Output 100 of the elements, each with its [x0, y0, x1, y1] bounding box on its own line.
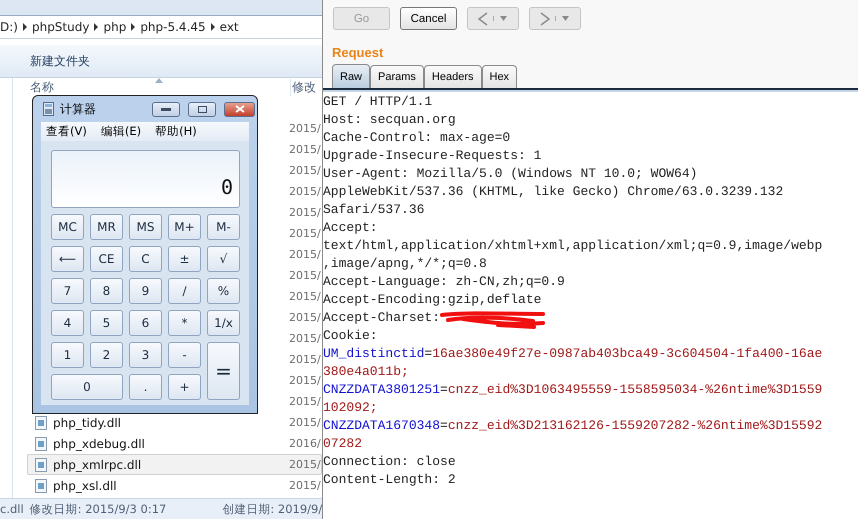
calculator-display: 0: [51, 150, 240, 208]
request-line: 07282: [323, 435, 364, 453]
calculator-key[interactable]: -: [168, 342, 201, 368]
calculator-key[interactable]: 6: [129, 310, 162, 336]
calculator-key[interactable]: MS: [129, 214, 162, 240]
request-line: text/html,application/xhtml+xml,application/xml;q=0.9,image/webp: [323, 237, 824, 255]
calculator-key[interactable]: =: [207, 342, 240, 400]
request-line: GET / HTTP/1.1: [323, 93, 434, 111]
request-line: Cache-Control: max-age=0: [323, 129, 512, 147]
maximize-icon: [198, 106, 206, 112]
calculator-key[interactable]: ⟵: [51, 246, 84, 272]
request-line: Accept:: [323, 219, 379, 237]
date-cell: 2015/: [289, 395, 321, 408]
chevron-icon: [130, 23, 136, 31]
file-icon: [35, 458, 47, 472]
address-bar[interactable]: D:) phpStudy php php-5.4.45 ext: [0, 15, 322, 39]
tab[interactable]: Hex: [482, 65, 518, 88]
request-line: Connection: close: [323, 453, 457, 471]
file-name[interactable]: php_xdebug.dll: [53, 436, 145, 450]
chevron-left-icon: [477, 12, 489, 26]
new-folder-button[interactable]: 新建文件夹: [30, 52, 90, 70]
minimize-button[interactable]: [152, 102, 180, 116]
column-header[interactable]: 修改: [290, 78, 316, 96]
chevron-icon: [210, 23, 216, 31]
calculator-key[interactable]: *: [168, 310, 201, 336]
calculator-key[interactable]: 9: [129, 278, 162, 304]
date-cell: 2015/: [289, 185, 321, 198]
menu-item[interactable]: 编辑(E): [100, 124, 142, 139]
request-line: Upgrade-Insecure-Requests: 1: [323, 147, 542, 165]
file-name[interactable]: php_tidy.dll: [53, 416, 121, 430]
request-line: User-Agent: Mozilla/5.0 (Windows NT 10.0; WOW64): [323, 165, 698, 183]
close-button[interactable]: [224, 102, 255, 116]
calculator-key[interactable]: .: [129, 374, 162, 400]
request-line: Host: secquan.org: [323, 111, 457, 129]
calculator-key[interactable]: 3: [129, 342, 162, 368]
calculator-key[interactable]: MC: [51, 214, 84, 240]
calculator-key[interactable]: 1/x: [207, 310, 240, 336]
date-cell: 2015/: [289, 332, 321, 345]
calculator-key[interactable]: 0: [51, 374, 123, 400]
breadcrumb[interactable]: php: [103, 20, 126, 34]
calculator-key[interactable]: 4: [51, 310, 84, 336]
chevron-right-icon: [539, 12, 551, 26]
tab[interactable]: Params: [370, 65, 424, 88]
file-name[interactable]: php_xsl.dll: [53, 478, 117, 492]
date-cell: 2015/: [289, 458, 321, 471]
close-icon: [234, 105, 244, 113]
tab[interactable]: Raw: [332, 64, 370, 88]
breadcrumb[interactable]: phpStudy: [32, 20, 90, 34]
file-row[interactable]: php_xmlrpc.dll 2015/: [27, 454, 322, 475]
cancel-button[interactable]: Cancel: [400, 7, 457, 30]
tab[interactable]: Headers: [424, 65, 482, 88]
menu-item[interactable]: 查看(V): [46, 124, 87, 139]
file-icon: [35, 416, 47, 430]
request-line: Accept-Encoding:gzip,deflate: [323, 291, 542, 309]
calculator-key[interactable]: C: [129, 246, 162, 272]
calculator-key[interactable]: 7: [51, 278, 84, 304]
request-line: Accept-Charset:: [323, 309, 858, 327]
calculator-key[interactable]: ±: [168, 246, 201, 272]
request-line: AppleWebKit/537.36 (KHTML, like Gecko) Chrome/63.0.3239.132: [323, 183, 784, 201]
request-line: CNZZDATA1670348=cnzz_eid%3D213162126-1559207282-%26ntime%3D15592: [323, 417, 824, 435]
menu-item[interactable]: 帮助(H): [155, 124, 197, 139]
date-cell: 2015/: [289, 479, 321, 492]
maximize-button[interactable]: [188, 102, 216, 116]
calculator-key[interactable]: /: [168, 278, 201, 304]
date-cell: 2015/: [289, 164, 321, 177]
request-line: 380e4a011b;: [323, 363, 410, 381]
date-cell: 2015/: [289, 122, 321, 135]
calculator-key[interactable]: 2: [90, 342, 123, 368]
calculator-key[interactable]: M+: [168, 214, 201, 240]
request-line: Content-Length: 2: [323, 471, 457, 489]
request-line: ,image/apng,*/*;q=0.8: [323, 255, 488, 273]
request-line: Accept-Language: zh-CN,zh;q=0.9: [323, 273, 566, 291]
date-cell: 2015/: [289, 269, 321, 282]
calculator-key[interactable]: √: [207, 246, 240, 272]
date-cell: 2015/: [289, 311, 321, 324]
breadcrumb[interactable]: D:): [0, 20, 18, 34]
minimize-icon: [161, 108, 171, 110]
request-line: Cookie:: [323, 327, 379, 345]
calculator-key[interactable]: MR: [90, 214, 123, 240]
calculator-key[interactable]: 8: [90, 278, 123, 304]
date-cell: 2015/: [289, 290, 321, 303]
breadcrumb[interactable]: ext: [220, 20, 239, 34]
calculator-key[interactable]: %: [207, 278, 240, 304]
date-cell: 2015/: [289, 353, 321, 366]
file-name[interactable]: php_xmlrpc.dll: [53, 458, 142, 472]
chevron-icon: [22, 23, 28, 31]
request-editor[interactable]: [323, 88, 858, 519]
request-line: Safari/537.36: [323, 201, 426, 219]
date-cell: 2015/: [289, 206, 321, 219]
column-header[interactable]: 名称: [30, 78, 54, 96]
status-text: 修改日期: 2015/9/3 0:17: [30, 502, 166, 516]
calculator-key[interactable]: 5: [90, 310, 123, 336]
request-line: UM_distinctid=16ae380e49f27e-0987ab403bca49-3c604504-1fa400-16ae: [323, 345, 824, 363]
file-icon: [35, 478, 47, 492]
date-cell: 2015/: [289, 227, 321, 240]
calculator-key[interactable]: 1: [51, 342, 84, 368]
calculator-key[interactable]: M-: [207, 214, 240, 240]
calculator-key[interactable]: +: [168, 374, 201, 400]
calculator-key[interactable]: CE: [90, 246, 123, 272]
breadcrumb[interactable]: php-5.4.45: [140, 20, 206, 34]
